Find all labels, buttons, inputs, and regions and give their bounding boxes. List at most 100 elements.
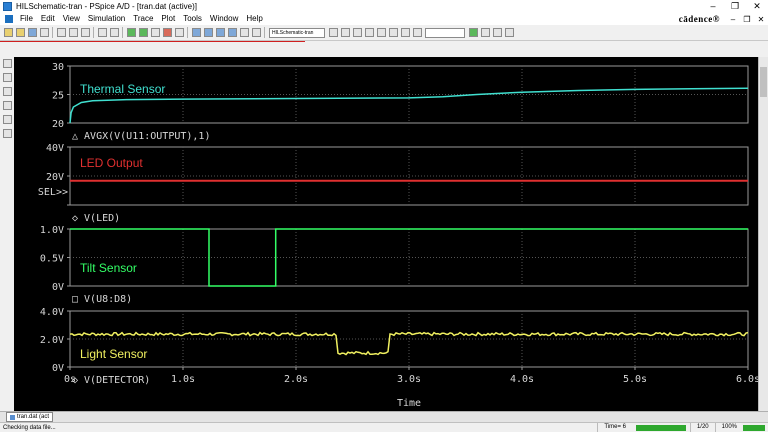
- zoom-indicator-bar: [743, 424, 765, 431]
- doc-restore-button[interactable]: ❐: [740, 15, 754, 24]
- panel-4-ytick: 0V: [52, 363, 64, 374]
- title-bar: HILSchematic-tran - PSpice A/D - [tran.d…: [0, 0, 768, 13]
- status-time: Time= 6: [597, 423, 632, 432]
- save-icon[interactable]: [27, 28, 37, 37]
- simulation-progress-bar: [635, 424, 686, 431]
- simulation-settings-icon[interactable]: [340, 28, 350, 37]
- restore-button[interactable]: ❐: [724, 0, 746, 13]
- open-folder-icon[interactable]: [15, 28, 25, 37]
- status-message: Checking data file...: [3, 424, 56, 431]
- menu-bar: File Edit View Simulation Trace Plot Too…: [0, 13, 768, 25]
- menu-trace[interactable]: Trace: [129, 13, 157, 25]
- cursor-peak-icon[interactable]: [412, 28, 422, 37]
- side-tool-2-icon[interactable]: [2, 72, 12, 82]
- menu-window[interactable]: Window: [206, 13, 242, 25]
- edit-profile-icon[interactable]: [328, 28, 338, 37]
- menu-simulation[interactable]: Simulation: [84, 13, 129, 25]
- pause-icon[interactable]: [364, 28, 374, 37]
- menu-help[interactable]: Help: [242, 13, 266, 25]
- window-title: HILSchematic-tran - PSpice A/D - [tran.d…: [16, 2, 197, 11]
- main-toolbar: HILSchematic-tran: [0, 25, 768, 41]
- cut-icon[interactable]: [56, 28, 66, 37]
- scrollbar-thumb[interactable]: [760, 67, 767, 97]
- status-bar: Checking data file... Time= 6 1/20 100%: [0, 422, 768, 432]
- panel-3-ytick: 0.5V: [40, 254, 64, 265]
- panel-1-ytick: 30: [52, 62, 64, 73]
- panel-4-ytick: 4.0V: [40, 307, 64, 318]
- search-go-icon[interactable]: [468, 28, 478, 37]
- vertical-scrollbar[interactable]: [758, 57, 768, 411]
- zoom-in-icon[interactable]: [191, 28, 201, 37]
- trace-label-1: △ AVGX(V(U11:OUTPUT),1): [72, 131, 210, 142]
- trace-label-3: □ V(U8:D8): [72, 294, 132, 305]
- add-trace-icon[interactable]: [126, 28, 136, 37]
- selection-marker: SEL>>: [38, 187, 68, 198]
- undo-icon[interactable]: [97, 28, 107, 37]
- pspice-app-icon: [3, 2, 12, 11]
- profile-combo[interactable]: HILSchematic-tran: [269, 27, 325, 38]
- marker-icon[interactable]: [388, 28, 398, 37]
- new-file-icon[interactable]: [3, 28, 13, 37]
- document-menu-icon[interactable]: [5, 15, 13, 23]
- paste-icon[interactable]: [80, 28, 90, 37]
- log-y-icon[interactable]: [251, 28, 261, 37]
- side-tool-5-icon[interactable]: [2, 114, 12, 124]
- delete-trace-icon[interactable]: [162, 28, 172, 37]
- toolbar-accent-line: [0, 41, 305, 42]
- status-zoom: 100%: [714, 423, 743, 432]
- menu-view[interactable]: View: [59, 13, 84, 25]
- side-tool-1-icon[interactable]: [2, 58, 12, 68]
- probe-plot-window[interactable]: 30 25 20 Thermal Sensor △ AVGX(V(U11:OUTPUT)…: [14, 57, 758, 411]
- panel-2-ytick: 20V: [46, 172, 64, 183]
- menu-edit[interactable]: Edit: [37, 13, 59, 25]
- tab-tran-dat[interactable]: tran.dat (act: [6, 412, 54, 422]
- zoom-fit-icon[interactable]: [227, 28, 237, 37]
- menu-plot[interactable]: Plot: [157, 13, 179, 25]
- cursor-icon[interactable]: [400, 28, 410, 37]
- doc-close-button[interactable]: ✕: [754, 15, 768, 24]
- panel-3-ytick: 1.0V: [40, 225, 64, 236]
- panel-3-ytick: 0V: [52, 282, 64, 293]
- menu-file[interactable]: File: [16, 13, 37, 25]
- log-x-icon[interactable]: [239, 28, 249, 37]
- settings-icon[interactable]: [504, 28, 514, 37]
- side-tool-4-icon[interactable]: [2, 100, 12, 110]
- trace-label-4: ◇ V(DETECTOR): [72, 375, 150, 386]
- panel-name-tilt-sensor: Tilt Sensor: [80, 261, 137, 275]
- measure-icon[interactable]: [480, 28, 490, 37]
- menu-tools[interactable]: Tools: [179, 13, 206, 25]
- x-tick-label: 1.0s: [171, 374, 195, 385]
- x-tick-label: 5.0s: [623, 374, 647, 385]
- y-axis-icon[interactable]: [138, 28, 148, 37]
- doc-minimize-button[interactable]: –: [726, 15, 740, 24]
- waveform-doc-icon: [10, 414, 15, 420]
- side-tool-6-icon[interactable]: [2, 128, 12, 138]
- copy-icon[interactable]: [68, 28, 78, 37]
- x-tick-label: 2.0s: [284, 374, 308, 385]
- panel-2-ytick: 40V: [46, 143, 64, 154]
- close-button[interactable]: ✕: [746, 0, 768, 13]
- minimize-button[interactable]: –: [702, 0, 724, 13]
- x-tick-label: 3.0s: [397, 374, 421, 385]
- print-icon[interactable]: [39, 28, 49, 37]
- side-tool-3-icon[interactable]: [2, 86, 12, 96]
- zoom-area-icon[interactable]: [215, 28, 225, 37]
- cadence-logo: cādence®: [678, 14, 720, 24]
- panel-name-light-sensor: Light Sensor: [80, 347, 147, 361]
- run-icon[interactable]: [352, 28, 362, 37]
- waveform-plot[interactable]: 30 25 20 Thermal Sensor △ AVGX(V(U11:OUTPUT)…: [14, 57, 758, 411]
- panel-4-ytick: 2.0V: [40, 335, 64, 346]
- label-icon[interactable]: [492, 28, 502, 37]
- trace-label-2: ◇ V(LED): [72, 213, 120, 224]
- redo-icon[interactable]: [109, 28, 119, 37]
- panel-name-thermal-sensor: Thermal Sensor: [80, 82, 165, 96]
- x-axis-icon[interactable]: [150, 28, 160, 37]
- side-toolbar: [0, 56, 14, 146]
- x-tick-label: 6.0s: [736, 374, 758, 385]
- panel-1-ytick: 25: [52, 91, 64, 102]
- zoom-out-icon[interactable]: [203, 28, 213, 37]
- search-combo[interactable]: [425, 27, 465, 38]
- stop-icon[interactable]: [376, 28, 386, 37]
- fft-icon[interactable]: [174, 28, 184, 37]
- x-tick-label: 4.0s: [510, 374, 534, 385]
